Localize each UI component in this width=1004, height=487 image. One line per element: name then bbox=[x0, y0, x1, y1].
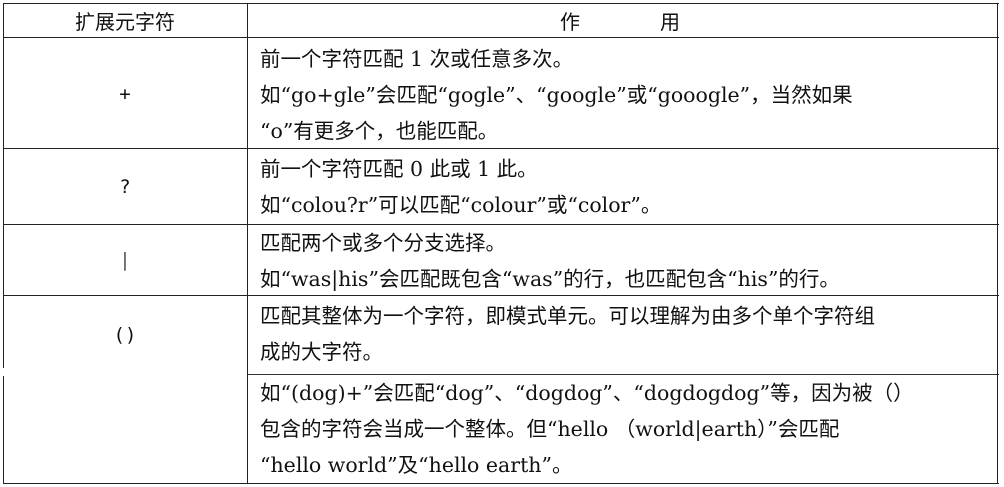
description-line: 前一个字符匹配 0 此或 1 此。 bbox=[260, 157, 538, 181]
description-cell: 前一个字符匹配 0 此或 1 此。 如“colou?r”可以匹配“colour”… bbox=[247, 151, 999, 223]
description-line: 前一个字符匹配 1 次或任意多次。 bbox=[260, 47, 574, 71]
symbol-cell: + bbox=[119, 82, 131, 105]
description-cell: 前一个字符匹配 1 次或任意多次。 如“go+gle”会匹配“gogle”、“g… bbox=[247, 41, 999, 149]
description-line: “o”有更多个，也能匹配。 bbox=[260, 119, 499, 143]
symbol-cell: ? bbox=[119, 175, 131, 198]
table-row: 如“(dog)+”会匹配“dog”、“dogdog”、“dogdogdog”等，… bbox=[3, 375, 999, 483]
table-header: 扩展元字符 作 用 bbox=[3, 3, 999, 37]
header-extended-metachar: 扩展元字符 bbox=[75, 9, 175, 34]
table-row: | 匹配两个或多个分支选择。 如“was|his”会匹配既包含“was”的行，也… bbox=[3, 225, 999, 295]
description-line: “hello world”及“hello earth”。 bbox=[260, 453, 573, 477]
description-cell: 如“(dog)+”会匹配“dog”、“dogdog”、“dogdogdog”等，… bbox=[247, 375, 999, 483]
header-bottom-border bbox=[3, 37, 999, 38]
table-row: ? 前一个字符匹配 0 此或 1 此。 如“colou?r”可以匹配“colou… bbox=[3, 149, 999, 224]
description-cell: 匹配两个或多个分支选择。 如“was|his”会匹配既包含“was”的行，也匹配… bbox=[247, 225, 999, 297]
symbol-cell: () bbox=[113, 324, 137, 346]
description-line: 如“colou?r”可以匹配“colour”或“color”。 bbox=[260, 193, 662, 217]
symbol-cell bbox=[3, 375, 247, 483]
description-cell: 匹配其整体为一个字符，即模式单元。可以理解为由多个单个字符组 成的大字符。 bbox=[247, 298, 999, 370]
description-line: 包含的字符会当成一个整体。但“hello （world|earth）”会匹配 bbox=[260, 417, 840, 441]
description-line: 匹配其整体为一个字符，即模式单元。可以理解为由多个单个字符组 bbox=[260, 304, 875, 328]
symbol-cell: | bbox=[119, 249, 131, 271]
description-line: 如“(dog)+”会匹配“dog”、“dogdog”、“dogdogdog”等，… bbox=[260, 381, 914, 405]
description-line: 匹配两个或多个分支选择。 bbox=[260, 231, 506, 255]
description-line: 成的大字符。 bbox=[260, 340, 383, 364]
description-line: 如“go+gle”会匹配“gogle”、“google”或“gooogle”，当… bbox=[260, 83, 853, 107]
table-bottom-border bbox=[3, 483, 999, 484]
table-row: + 前一个字符匹配 1 次或任意多次。 如“go+gle”会匹配“gogle”、… bbox=[3, 39, 999, 148]
header-function: 作 用 bbox=[560, 9, 680, 34]
description-line: 如“was|his”会匹配既包含“was”的行，也匹配包含“his”的行。 bbox=[260, 267, 840, 291]
table-row: () 匹配其整体为一个字符，即模式单元。可以理解为由多个单个字符组 成的大字符。 bbox=[3, 296, 999, 374]
